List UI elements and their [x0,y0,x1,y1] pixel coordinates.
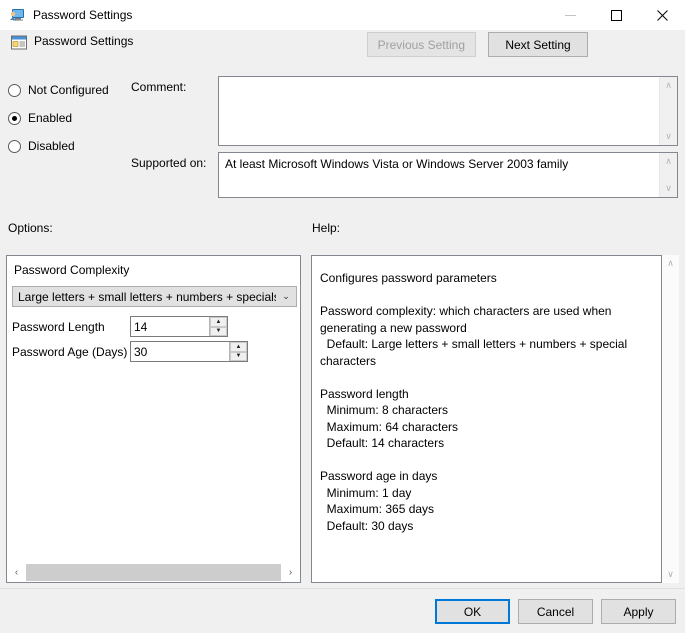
scroll-thumb[interactable] [26,563,281,581]
ok-button[interactable]: OK [435,599,510,624]
scroll-down-icon[interactable]: ∨ [660,180,677,197]
comment-label: Comment: [131,80,187,94]
password-age-input[interactable] [131,342,229,361]
maximize-button[interactable] [593,0,639,30]
title-bar: Password Settings [0,0,685,30]
options-label: Options: [8,221,53,235]
supported-on-scrollbar[interactable]: ∧ ∨ [659,153,677,197]
options-group-title: Password Complexity [14,263,130,277]
window-controls [547,0,685,30]
navigation-buttons: Previous Setting Next Setting [366,32,588,57]
minimize-button[interactable] [547,0,593,30]
scroll-down-icon[interactable]: ∨ [662,566,679,583]
radio-indicator [8,139,21,153]
spin-up-icon[interactable]: ▲ [210,317,227,327]
dialog-footer: OK Cancel Apply [0,588,685,633]
spin-up-icon[interactable]: ▲ [230,342,247,352]
comment-textbox[interactable]: ∧ ∨ [218,76,678,146]
scroll-right-icon[interactable]: › [282,564,299,581]
previous-setting-button[interactable]: Previous Setting [366,32,476,57]
help-text: Configures password parameters Password … [320,271,628,533]
scroll-down-icon[interactable]: ∨ [660,128,677,145]
radio-label: Not Configured [28,83,109,97]
state-comment-region: Not Configured Enabled Disabled Comment:… [0,72,685,198]
supported-on-label: Supported on: [131,156,207,170]
cancel-button[interactable]: Cancel [518,599,593,624]
password-age-spin-buttons[interactable]: ▲ ▼ [229,342,247,361]
scroll-left-icon[interactable]: ‹ [8,564,25,581]
radio-indicator [8,83,21,97]
radio-disabled[interactable]: Disabled [8,132,109,160]
policy-setting-icon [10,34,28,52]
setting-title: Password Settings [34,34,134,48]
spin-down-icon[interactable]: ▼ [230,351,247,361]
apply-button[interactable]: Apply [601,599,676,624]
help-scrollbar[interactable]: ∧ ∨ [662,255,679,583]
radio-label: Enabled [28,111,73,125]
close-button[interactable] [639,0,685,30]
password-length-label: Password Length [12,319,105,334]
radio-not-configured[interactable]: Not Configured [8,76,109,104]
password-age-stepper[interactable]: ▲ ▼ [130,341,248,362]
password-complexity-dropdown[interactable]: Large letters + small letters + numbers … [12,286,297,307]
help-label: Help: [312,221,341,235]
comment-value [219,77,677,85]
password-length-input[interactable] [131,317,209,336]
chevron-down-icon: ⌄ [282,291,290,301]
next-setting-button[interactable]: Next Setting [488,32,588,57]
scroll-up-icon[interactable]: ∧ [660,77,677,94]
password-complexity-value: Large letters + small letters + numbers … [18,289,276,304]
password-length-row: Password Length ▲ ▼ [12,316,228,337]
scroll-up-icon[interactable]: ∧ [662,255,679,272]
password-length-stepper[interactable]: ▲ ▼ [130,316,228,337]
radio-enabled[interactable]: Enabled [8,104,109,132]
radio-indicator [8,111,21,125]
help-textbox[interactable]: Configures password parameters Password … [311,255,662,583]
scroll-up-icon[interactable]: ∧ [660,153,677,170]
password-age-label: Password Age (Days) [12,344,128,359]
supported-on-textbox[interactable]: At least Microsoft Windows Vista or Wind… [218,152,678,198]
password-age-row: Password Age (Days) ▲ ▼ [12,341,248,362]
footer-buttons: OK Cancel Apply [435,599,676,624]
help-panel: Configures password parameters Password … [311,255,679,583]
options-horizontal-scrollbar[interactable]: ‹ › [8,562,299,581]
radio-label: Disabled [28,139,75,153]
comment-scrollbar[interactable]: ∧ ∨ [659,77,677,145]
computer-user-icon [9,7,25,23]
supported-on-value: At least Microsoft Windows Vista or Wind… [225,157,569,171]
window-title: Password Settings [33,8,133,22]
password-length-spin-buttons[interactable]: ▲ ▼ [209,317,227,336]
setting-header: Password Settings Previous Setting Next … [0,30,685,72]
spin-down-icon[interactable]: ▼ [210,326,227,336]
state-radio-group: Not Configured Enabled Disabled [8,76,109,160]
options-panel: Password Complexity Large letters + smal… [6,255,301,583]
